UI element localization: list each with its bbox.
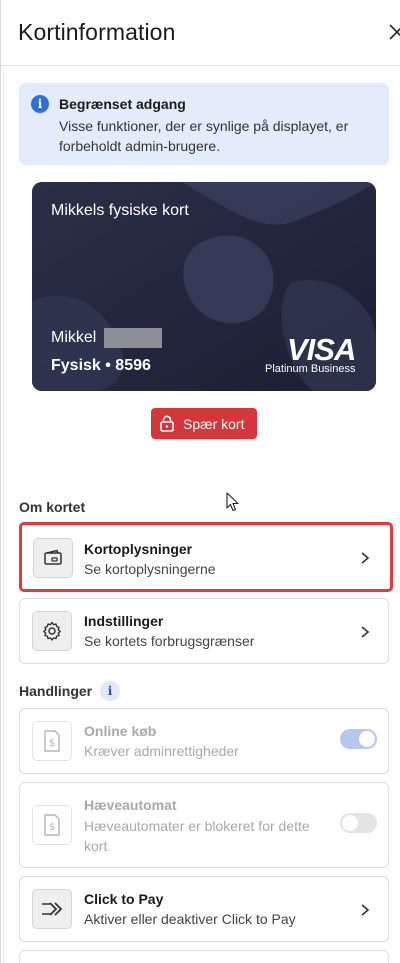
item-title: Click to Pay <box>84 891 164 907</box>
item-subtitle: Hæveautomater er blokeret for dette kort <box>84 818 310 854</box>
content-edge <box>3 66 4 963</box>
click-to-pay-item[interactable]: Click to Pay Aktiver eller deaktiver Cli… <box>19 876 389 942</box>
panel-header: Kortinformation <box>1 0 400 66</box>
card-details-item[interactable]: Kortoplysninger Se kortoplysningerne <box>19 522 393 592</box>
toggle-knob <box>342 815 358 831</box>
mouse-cursor-icon <box>226 492 239 512</box>
toggle-knob <box>359 731 375 747</box>
item-title: Online køb <box>84 723 157 739</box>
svg-text:$: $ <box>49 738 55 749</box>
card-holder-name: Mikkel <box>51 329 97 346</box>
payment-card: Mikkels fysiske kort Mikkel Fysisk • 859… <box>32 182 376 391</box>
online-purchase-item: $ Online køb Kræver adminrettigheder <box>19 708 389 774</box>
next-item-partial[interactable] <box>19 950 389 963</box>
click-to-pay-icon <box>32 889 72 929</box>
item-subtitle: Se kortoplysningerne <box>84 561 216 577</box>
dollar-document-icon: $ <box>32 721 72 761</box>
card-wallet-icon <box>33 538 73 578</box>
block-card-button[interactable]: Spær kort <box>151 408 257 439</box>
alert-title: Begrænset adgang <box>59 96 186 112</box>
item-title: Hæveautomat <box>84 797 177 813</box>
item-title: Indstillinger <box>84 613 164 629</box>
restricted-access-alert: i Begrænset adgang Visse funktioner, der… <box>19 83 389 165</box>
redacted-surname <box>104 328 162 348</box>
page-title: Kortinformation <box>18 19 176 45</box>
item-subtitle: Se kortets forbrugsgrænser <box>84 633 255 649</box>
lock-icon <box>160 415 174 432</box>
alert-text: Visse funktioner, der er synlige på disp… <box>59 118 349 154</box>
gear-icon <box>32 611 72 651</box>
chevron-right-icon <box>361 904 370 916</box>
svg-text:$: $ <box>49 822 55 833</box>
dollar-document-icon: $ <box>32 805 72 845</box>
close-icon[interactable] <box>387 22 400 42</box>
item-title: Kortoplysninger <box>84 541 193 557</box>
section-about-label: Om kortet <box>19 499 86 515</box>
card-type-number: Fysisk • 8596 <box>51 357 151 374</box>
card-info-panel: Kortinformation i Begrænset adgang Visse… <box>0 0 400 963</box>
block-card-label: Spær kort <box>183 416 245 432</box>
card-name: Mikkels fysiske kort <box>51 202 189 219</box>
online-purchase-toggle[interactable] <box>340 729 377 749</box>
chevron-right-icon <box>361 552 370 564</box>
atm-toggle[interactable] <box>340 813 377 833</box>
item-subtitle: Kræver adminrettigheder <box>84 743 239 759</box>
actions-info-icon[interactable]: i <box>100 681 120 701</box>
info-icon: i <box>31 95 49 113</box>
section-actions-label: Handlinger <box>19 683 93 699</box>
chevron-right-icon <box>361 626 370 638</box>
atm-item: $ Hæveautomat Hæveautomater er blokeret … <box>19 782 389 868</box>
visa-tier: Platinum Business <box>265 363 356 375</box>
item-subtitle: Aktiver eller deaktiver Click to Pay <box>84 911 296 927</box>
settings-item[interactable]: Indstillinger Se kortets forbrugsgrænser <box>19 598 389 664</box>
